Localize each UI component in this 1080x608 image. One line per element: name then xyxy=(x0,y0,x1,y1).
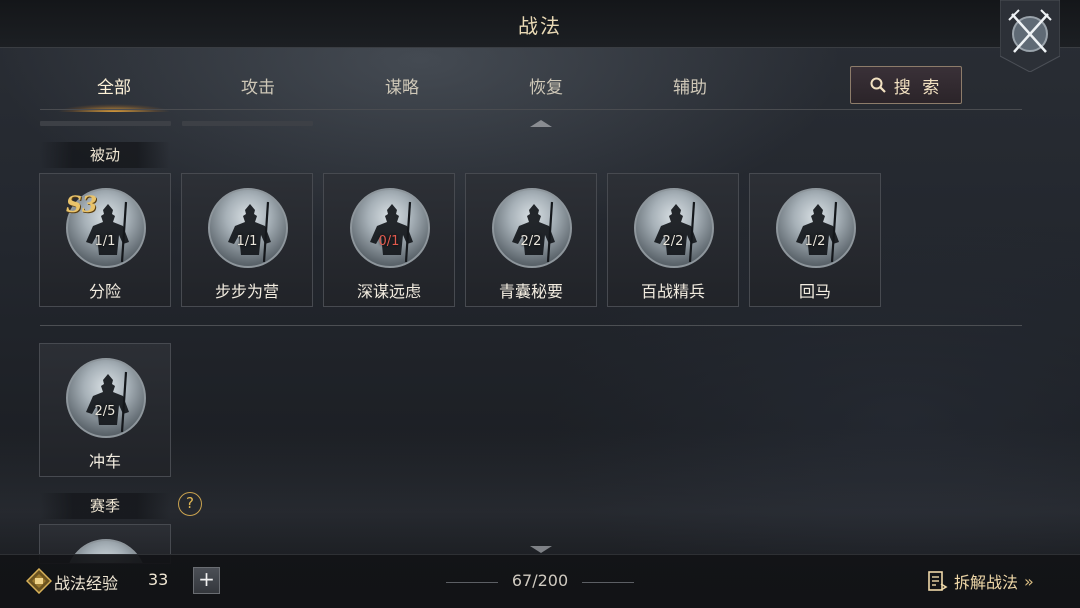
skill-card[interactable]: 2/2 青囊秘要 xyxy=(465,173,597,307)
skill-portrait xyxy=(208,188,288,268)
filter-bar-right xyxy=(182,121,313,126)
skill-name: 深谋远虑 xyxy=(356,282,421,301)
skill-portrait xyxy=(66,358,146,438)
warrior-silhouette-icon xyxy=(796,201,839,263)
skill-portrait xyxy=(776,188,856,268)
warrior-silhouette-icon xyxy=(228,201,271,263)
skill-name: 青囊秘要 xyxy=(498,282,563,301)
filter-bar-left xyxy=(40,121,171,126)
skill-card[interactable]: 2/5 冲车 xyxy=(39,343,171,477)
search-button[interactable]: 搜 索 xyxy=(850,66,962,104)
chevron-right-icon: » xyxy=(1024,571,1034,591)
page-title: 战法 xyxy=(518,14,562,38)
close-button[interactable] xyxy=(999,0,1061,73)
skill-portrait xyxy=(350,188,430,268)
skill-count: 1/1 xyxy=(236,234,258,249)
skill-card[interactable]: 1/1 步步为营 xyxy=(181,173,313,307)
skill-name: 百战精兵 xyxy=(640,282,705,301)
title-bar: 战法 xyxy=(0,0,1080,48)
skill-count: 1/2 xyxy=(804,234,826,249)
capacity-line-right xyxy=(582,582,634,583)
skill-count: 2/2 xyxy=(662,234,684,249)
skill-name: 回马 xyxy=(798,282,831,301)
skill-portrait xyxy=(492,188,572,268)
collapse-arrow-icon[interactable] xyxy=(530,120,552,127)
skill-capacity: 67/200 xyxy=(511,571,569,590)
dismantle-icon xyxy=(928,571,948,591)
skill-name: 冲车 xyxy=(88,452,121,471)
warrior-silhouette-icon xyxy=(512,201,555,263)
warrior-silhouette-icon xyxy=(86,371,129,433)
expand-arrow-icon[interactable] xyxy=(530,546,552,553)
section-label-passive: 被动 xyxy=(40,142,170,168)
capacity-line-left xyxy=(446,582,498,583)
dismantle-label: 拆解战法 xyxy=(954,573,1019,592)
skill-card[interactable]: 1/2 回马 xyxy=(749,173,881,307)
add-exp-button[interactable]: + xyxy=(193,567,220,594)
section-label-season: 赛季 xyxy=(40,493,170,519)
tab-attack[interactable]: 攻击 xyxy=(188,66,328,110)
bottom-bar: 战法经验 33 + 67/200 拆解战法 » xyxy=(0,554,1080,608)
skill-exp-value: 33 xyxy=(148,570,169,589)
tab-all[interactable]: 全部 xyxy=(44,66,184,112)
skill-count: 1/1 xyxy=(94,234,116,249)
warrior-silhouette-icon xyxy=(370,201,413,263)
skill-card[interactable]: S3 1/1 分险 xyxy=(39,173,171,307)
crossed-swords-icon xyxy=(999,0,1061,73)
dismantle-button[interactable]: 拆解战法 » xyxy=(926,567,1034,595)
skill-card[interactable]: 0/1 深谋远虑 xyxy=(323,173,455,307)
help-button[interactable]: ? xyxy=(178,492,202,516)
section-divider xyxy=(40,325,1022,326)
season-badge: S3 xyxy=(66,192,98,218)
tab-recovery[interactable]: 恢复 xyxy=(476,66,616,110)
skill-count: 2/2 xyxy=(520,234,542,249)
skill-name: 步步为营 xyxy=(214,282,279,301)
skill-card[interactable]: 2/2 百战精兵 xyxy=(607,173,739,307)
warrior-silhouette-icon xyxy=(654,201,697,263)
tabs-divider xyxy=(40,109,1022,110)
search-label: 搜 索 xyxy=(893,77,943,98)
skill-portrait xyxy=(634,188,714,268)
tab-strategy[interactable]: 谋略 xyxy=(332,66,472,110)
skill-exp-label: 战法经验 xyxy=(54,574,119,593)
tab-support[interactable]: 辅助 xyxy=(620,66,760,110)
search-icon xyxy=(870,77,886,93)
skill-count: 0/1 xyxy=(378,234,400,249)
skill-name: 分险 xyxy=(88,282,121,301)
skill-count: 2/5 xyxy=(94,404,116,419)
skill-exp-icon xyxy=(26,568,52,594)
